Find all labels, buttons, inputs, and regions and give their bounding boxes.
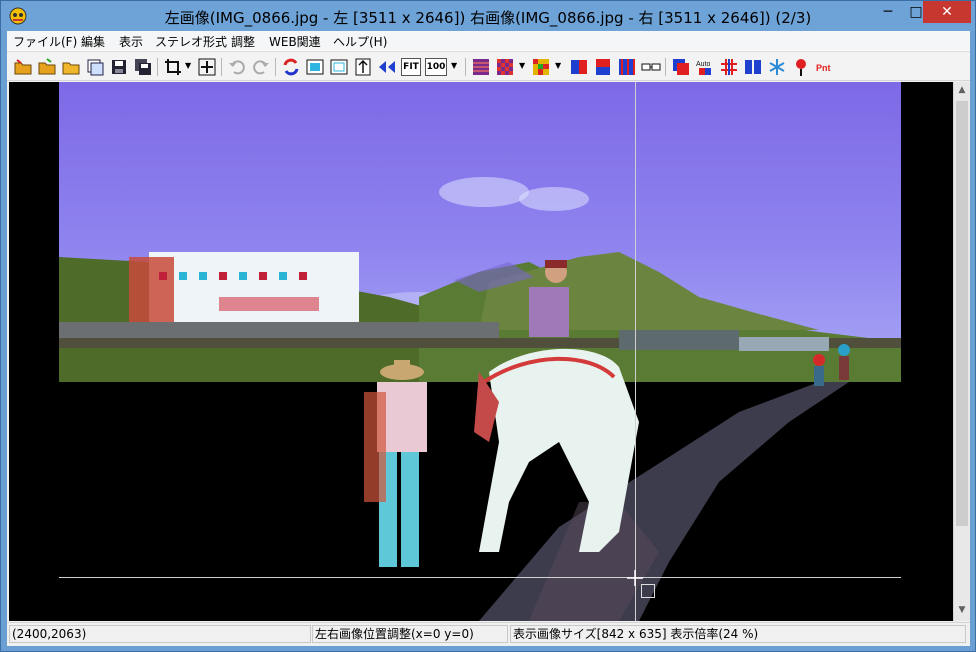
zoom-dropdown-icon[interactable]: ▼: [451, 61, 459, 71]
vertical-guide-line: [635, 82, 636, 621]
anaglyph-image[interactable]: [59, 82, 901, 621]
move-icon[interactable]: [197, 57, 217, 77]
crop-dropdown-icon[interactable]: ▼: [185, 61, 193, 71]
svg-text:Auto: Auto: [696, 61, 711, 68]
horizontal-guide-line: [59, 577, 901, 578]
anaglyph-line-icon[interactable]: [471, 57, 491, 77]
toolbar-separator: [465, 58, 466, 76]
parallel-icon[interactable]: [743, 57, 763, 77]
toolbar-separator: [275, 58, 276, 76]
save-all-icon[interactable]: [133, 57, 153, 77]
window-frame-icon[interactable]: [329, 57, 349, 77]
svg-text:Pnt: Pnt: [816, 63, 831, 73]
anaglyph-dropdown-icon[interactable]: ▼: [519, 61, 527, 71]
menu-help[interactable]: ヘルプ(H): [333, 33, 387, 50]
auto-adjust-icon[interactable]: Auto: [695, 57, 715, 77]
fit-button[interactable]: FIT: [401, 58, 421, 76]
status-bar: (2400,2063) 左右画像位置調整(x=0 y=0) 表示画像サイズ[84…: [7, 622, 970, 644]
pin-icon[interactable]: [791, 57, 811, 77]
scroll-down-icon[interactable]: ▼: [954, 602, 970, 619]
open-pair-icon[interactable]: [61, 57, 81, 77]
toolbar-separator: [221, 58, 222, 76]
redo-icon[interactable]: [251, 57, 271, 77]
snowflake-icon[interactable]: [767, 57, 787, 77]
toolbar-separator: [157, 58, 158, 76]
menu-bar: ファイル(F) 編集 表示 ステレオ形式 調整 WEB関連 ヘルプ(H): [7, 31, 970, 52]
anaglyph-check-icon[interactable]: [495, 57, 515, 77]
menu-stereo-format[interactable]: ステレオ形式: [155, 33, 227, 50]
client-area: ファイル(F) 編集 表示 ステレオ形式 調整 WEB関連 ヘルプ(H) ▼ F…: [7, 31, 970, 646]
menu-view[interactable]: 表示: [119, 33, 143, 50]
close-button[interactable]: ✕: [923, 1, 971, 23]
status-adjust: 左右画像位置調整(x=0 y=0): [312, 625, 508, 643]
crosshair-cursor-icon: [627, 570, 643, 586]
glasses-icon[interactable]: [641, 57, 661, 77]
side-by-side-icon[interactable]: [569, 57, 589, 77]
window-title: 左画像(IMG_0866.jpg - 左 [3511 x 2646]) 右画像(…: [164, 9, 812, 27]
toolbar: ▼ FIT 100 ▼ ▼ ▼ Auto Pnt: [7, 53, 970, 81]
open-folder-icon[interactable]: [13, 57, 33, 77]
vertical-scrollbar[interactable]: ▲ ▼: [953, 82, 970, 621]
window-fit-icon[interactable]: [305, 57, 325, 77]
position-marker[interactable]: [641, 584, 655, 598]
anaglyph-red-icon[interactable]: [671, 57, 691, 77]
fit-arrows-icon[interactable]: [377, 57, 397, 77]
menu-file[interactable]: ファイル(F): [13, 33, 77, 50]
toolbar-separator: [665, 58, 666, 76]
image-viewport[interactable]: [9, 82, 953, 621]
undo-icon[interactable]: [227, 57, 247, 77]
minimize-button[interactable]: ─: [873, 1, 903, 23]
align-vertical-icon[interactable]: [353, 57, 373, 77]
menu-edit[interactable]: 編集: [81, 33, 105, 50]
menu-web[interactable]: WEB関連: [269, 33, 321, 50]
crop-icon[interactable]: [163, 57, 183, 77]
mosaic-dropdown-icon[interactable]: ▼: [555, 61, 563, 71]
menu-adjust[interactable]: 調整: [231, 33, 255, 50]
status-coordinates: (2400,2063): [9, 625, 311, 643]
point-icon[interactable]: Pnt: [815, 57, 839, 77]
status-display-size: 表示画像サイズ[842 x 635] 表示倍率(24 %): [510, 625, 966, 643]
scroll-thumb[interactable]: [956, 101, 968, 526]
save-icon[interactable]: [109, 57, 129, 77]
interlace-icon[interactable]: [617, 57, 637, 77]
open-stereo-icon[interactable]: [37, 57, 57, 77]
title-bar[interactable]: 左画像(IMG_0866.jpg - 左 [3511 x 2646]) 右画像(…: [1, 1, 975, 31]
app-window: 左画像(IMG_0866.jpg - 左 [3511 x 2646]) 右画像(…: [0, 0, 976, 652]
grid-adjust-icon[interactable]: [719, 57, 739, 77]
swap-lr-icon[interactable]: [281, 57, 301, 77]
anaglyph-mosaic-icon[interactable]: [531, 57, 551, 77]
top-bottom-icon[interactable]: [593, 57, 613, 77]
scroll-up-icon[interactable]: ▲: [954, 82, 970, 99]
zoom-100-button[interactable]: 100: [425, 58, 447, 76]
open-multi-icon[interactable]: [85, 57, 105, 77]
